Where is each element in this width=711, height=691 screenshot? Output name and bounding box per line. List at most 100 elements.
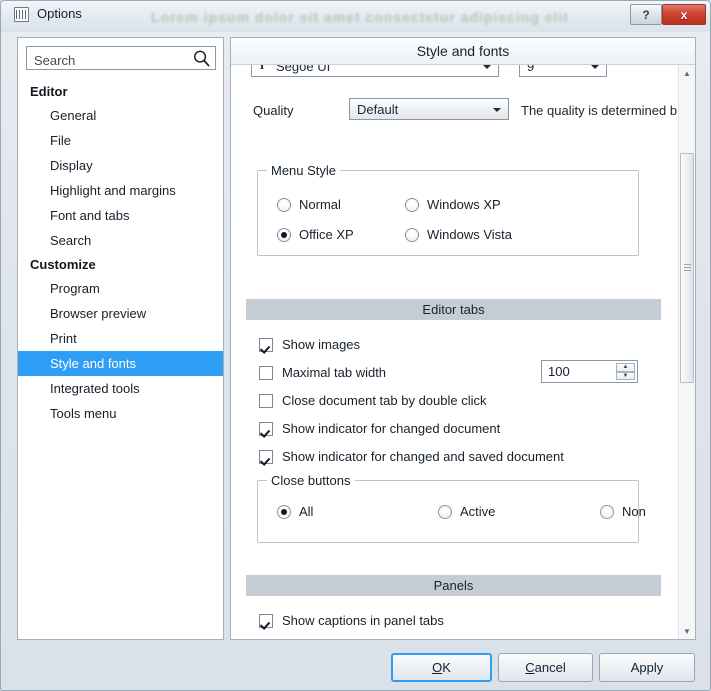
checkbox-label: Show indicator for changed document [282, 421, 501, 436]
dialog-footer: ? OK Cancel Apply [1, 646, 710, 690]
checkbox-maximal-tab-width[interactable]: Maximal tab width [259, 365, 386, 380]
scrollbar-thumb[interactable] [680, 153, 694, 383]
search-input[interactable] [32, 50, 191, 70]
radio-label: Active [460, 504, 496, 519]
apply-button[interactable]: Apply [599, 653, 695, 682]
checkbox-box [259, 337, 273, 352]
quality-combo[interactable]: Default [349, 98, 509, 120]
radio-dot [600, 504, 614, 519]
sidebar-item-integrated-tools[interactable]: Integrated tools [18, 376, 223, 401]
close-buttons-group: Close buttons All Active Non [257, 473, 646, 543]
quality-label: Quality [253, 103, 294, 118]
radio-label: Windows Vista [427, 227, 513, 242]
sidebar-item-general[interactable]: General [18, 103, 223, 128]
panel-title: Style and fonts [231, 38, 695, 65]
chevron-down-icon [483, 65, 491, 69]
checkbox-show-captions-in-panel-tabs[interactable]: Show captions in panel tabs [259, 613, 444, 628]
close-icon[interactable]: x [662, 4, 706, 25]
radio-dot [405, 197, 419, 212]
search-icon[interactable] [192, 49, 211, 68]
sidebar-item-font-and-tabs[interactable]: Font and tabs [18, 203, 223, 228]
radio-close-buttons-none[interactable]: Non [600, 504, 646, 519]
radio-dot [405, 227, 419, 242]
panel-scroll-content: T Segoe UI 9 Quality Default The quality… [231, 65, 679, 639]
scrollbar-grip [684, 264, 691, 272]
checkbox-box [259, 449, 273, 464]
font-name-combo[interactable]: T Segoe UI [251, 65, 499, 77]
sidebar-item-browser-preview[interactable]: Browser preview [18, 301, 223, 326]
scroll-up-icon[interactable]: ▲ [679, 65, 695, 82]
font-type-icon: T [258, 65, 267, 72]
section-band-editor-tabs: Editor tabs [246, 299, 661, 320]
stepper-buttons[interactable]: ▲ ▼ [616, 363, 635, 380]
sidebar: Editor General File Display Highlight an… [17, 37, 224, 640]
ok-accel: O [432, 660, 443, 675]
titlebar-help-button[interactable]: ? [630, 4, 662, 25]
sidebar-item-style-and-fonts[interactable]: Style and fonts [18, 351, 223, 376]
cancel-button[interactable]: Cancel [498, 653, 593, 682]
section-band-panels: Panels [246, 575, 661, 596]
checkbox-show-indicator-changed-document[interactable]: Show indicator for changed document [259, 421, 500, 436]
scroll-down-icon[interactable]: ▼ [679, 623, 695, 639]
title-bar[interactable]: Options Lorem ipsum dolor sit amet conse… [1, 1, 710, 32]
radio-label: Windows XP [427, 197, 501, 212]
tab-width-value: 100 [548, 364, 570, 379]
checkbox-show-images[interactable]: Show images [259, 337, 360, 352]
radio-menu-style-windows-vista[interactable]: Windows Vista [405, 227, 512, 242]
sidebar-item-search[interactable]: Search [18, 228, 223, 253]
sidebar-item-highlight-and-margins[interactable]: Highlight and margins [18, 178, 223, 203]
checkbox-box [259, 393, 273, 408]
sidebar-item-print[interactable]: Print [18, 326, 223, 351]
radio-close-buttons-all[interactable]: All [277, 504, 313, 519]
stepper-up-icon[interactable]: ▲ [616, 363, 635, 372]
checkbox-box [259, 421, 273, 436]
radio-label: Office XP [299, 227, 354, 242]
radio-label: Normal [299, 197, 341, 212]
radio-dot [277, 227, 291, 242]
radio-menu-style-office-xp[interactable]: Office XP [277, 227, 354, 242]
radio-dot [277, 197, 291, 212]
chevron-down-icon [591, 65, 599, 69]
radio-menu-style-normal[interactable]: Normal [277, 197, 341, 212]
checkbox-label: Show captions in panel tabs [282, 613, 444, 628]
font-name-value: Segoe UI [276, 65, 331, 74]
sidebar-item-tools-menu[interactable]: Tools menu [18, 401, 223, 426]
options-grid-icon [14, 7, 29, 22]
checkbox-box [259, 365, 273, 380]
settings-panel: Style and fonts T Segoe UI 9 Quality Def… [230, 37, 696, 640]
tab-width-stepper[interactable]: 100 ▲ ▼ [541, 360, 638, 383]
checkbox-show-indicator-changed-and-saved-document[interactable]: Show indicator for changed and saved doc… [259, 449, 564, 464]
checkbox-box [259, 613, 273, 628]
background-ghost-text: Lorem ipsum dolor sit amet consectetur a… [151, 9, 570, 25]
panel-scrollbar[interactable]: ▲ ▼ [678, 65, 695, 639]
search-box[interactable] [26, 46, 216, 70]
sidebar-item-display[interactable]: Display [18, 153, 223, 178]
window-title: Options [37, 6, 82, 21]
sidebar-item-file[interactable]: File [18, 128, 223, 153]
close-buttons-group-title: Close buttons [267, 473, 355, 488]
font-size-combo[interactable]: 9 [519, 65, 607, 77]
tree-group-customize[interactable]: Customize [18, 253, 223, 276]
quality-hint-text: The quality is determined by t [521, 103, 677, 118]
sidebar-item-program[interactable]: Program [18, 276, 223, 301]
checkbox-close-document-tab-by-double-click[interactable]: Close document tab by double click [259, 393, 487, 408]
cancel-rest: ancel [534, 660, 566, 675]
stepper-down-icon[interactable]: ▼ [616, 371, 635, 380]
checkbox-label: Close document tab by double click [282, 393, 487, 408]
checkbox-label: Maximal tab width [282, 365, 387, 380]
menu-style-group: Menu Style Normal Windows XP Office XP W… [257, 163, 639, 256]
tree-group-editor[interactable]: Editor [18, 80, 223, 103]
radio-dot [277, 504, 291, 519]
checkbox-label: Show indicator for changed and saved doc… [282, 449, 564, 464]
font-size-value: 9 [527, 65, 535, 74]
radio-label: Non [622, 504, 646, 519]
radio-label: All [299, 504, 314, 519]
checkbox-label: Show images [282, 337, 361, 352]
ok-button[interactable]: OK [391, 653, 492, 682]
cancel-accel: C [525, 660, 535, 675]
radio-dot [438, 504, 452, 519]
radio-menu-style-windows-xp[interactable]: Windows XP [405, 197, 501, 212]
quality-value: Default [357, 102, 399, 117]
settings-tree: Editor General File Display Highlight an… [18, 80, 223, 426]
radio-close-buttons-active[interactable]: Active [438, 504, 495, 519]
